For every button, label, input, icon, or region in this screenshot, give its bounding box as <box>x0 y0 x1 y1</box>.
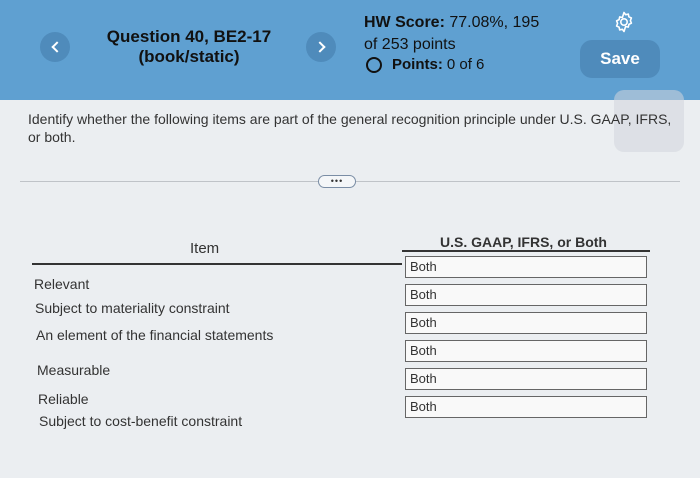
next-question-button[interactable] <box>306 32 336 62</box>
question-header: Question 40, BE2-17 (book/static) HW Sco… <box>0 0 700 100</box>
table-row-item: An element of the financial statements <box>36 327 274 343</box>
answer-field[interactable]: Both <box>405 312 647 334</box>
previous-question-button[interactable] <box>40 32 70 62</box>
hw-score-label: HW Score: <box>364 14 445 31</box>
table-row-item: Measurable <box>37 362 111 378</box>
status-circle-icon <box>366 56 382 73</box>
column-header-item: Item <box>190 240 220 257</box>
points-value: 0 of 6 <box>446 56 485 73</box>
question-title: Question 40, BE2-17 (book/static) <box>84 27 294 67</box>
answer-field[interactable]: Both <box>405 284 647 306</box>
hw-score: HW Score: 77.08%, 195 of 253 points <box>364 12 584 56</box>
points-label: Points: <box>392 56 443 73</box>
answer-field[interactable]: Both <box>405 368 647 390</box>
expand-more-button[interactable]: ••• <box>318 175 356 188</box>
table-header-rule-right <box>402 250 650 252</box>
question-points: Points: 0 of 6 <box>366 56 484 73</box>
table-row-item: Subject to cost-benefit constraint <box>39 413 243 429</box>
hw-score-value: 77.08%, 195 <box>449 14 540 31</box>
question-title-line1: Question 40, BE2-17 <box>106 27 272 46</box>
table-row-item: Reliable <box>38 391 89 407</box>
table-row-item: Subject to materiality constraint <box>35 300 230 316</box>
hw-score-line2: of 253 points <box>364 36 456 53</box>
column-header-answer: U.S. GAAP, IFRS, or Both <box>440 234 607 250</box>
table-row-item: Relevant <box>34 276 90 292</box>
answer-field[interactable]: Both <box>405 396 647 418</box>
question-prompt: Identify whether the following items are… <box>28 111 672 145</box>
answer-field[interactable]: Both <box>405 340 647 362</box>
table-header-rule-left <box>32 263 402 265</box>
question-title-line2: (book/static) <box>138 47 240 66</box>
save-button[interactable]: Save <box>580 40 660 78</box>
settings-button[interactable] <box>610 8 638 36</box>
chevron-right-icon <box>313 41 326 53</box>
answer-field[interactable]: Both <box>405 256 647 278</box>
gear-icon <box>615 11 633 33</box>
chevron-left-icon <box>50 41 63 53</box>
